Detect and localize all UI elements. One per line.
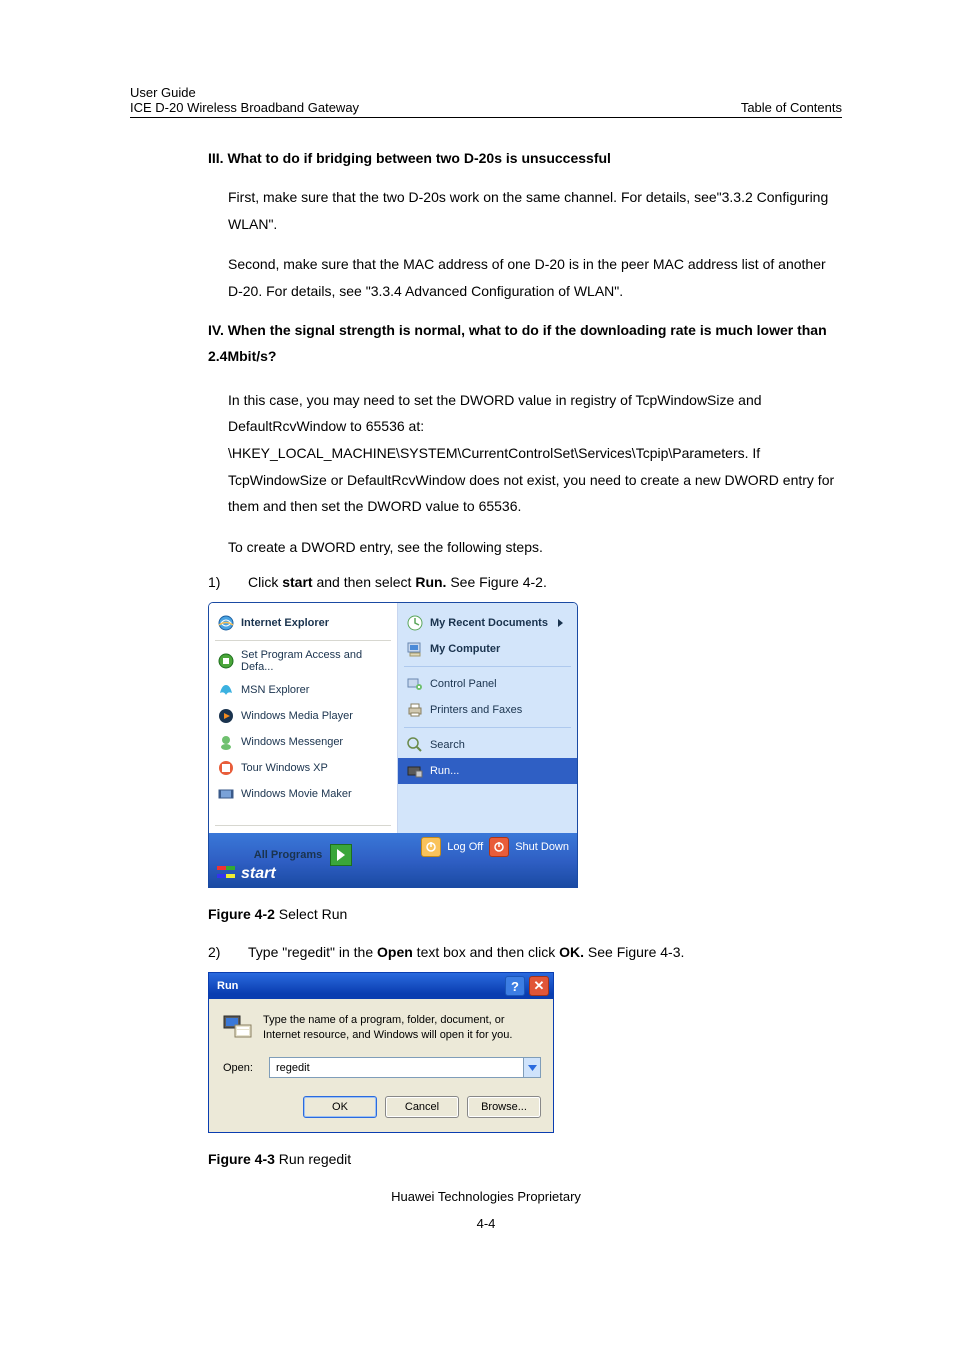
printers-icon (406, 701, 424, 719)
figure-4-2-caption: Figure 4-2 Select Run (208, 906, 842, 922)
menu-item-tour[interactable]: Tour Windows XP (209, 755, 397, 781)
menu-item-internet-explorer[interactable]: Internet Explorer (209, 610, 397, 636)
run-dialog-title: Run (217, 980, 501, 992)
step-1: 1) Click start and then select Run. See … (208, 574, 842, 590)
wmm-icon (217, 785, 235, 803)
footer-proprietary: Huawei Technologies Proprietary (130, 1189, 842, 1204)
open-label: Open: (223, 1062, 257, 1074)
section-4-para-1: In this case, you may need to set the DW… (228, 387, 842, 520)
figure-4-3-caption: Figure 4-3 Run regedit (208, 1151, 842, 1167)
all-programs-arrow-icon (330, 844, 352, 866)
step-2: 2) Type "regedit" in the Open text box a… (208, 944, 842, 960)
menu-item-printers[interactable]: Printers and Faxes (398, 697, 577, 723)
all-programs-label: All Programs (254, 849, 322, 861)
section-3-heading: III. What to do if bridging between two … (208, 150, 842, 166)
shutdown-icon[interactable] (489, 837, 509, 857)
menu-label-msn: MSN Explorer (241, 684, 309, 696)
menu-label-spad: Set Program Access and Defa... (241, 649, 389, 673)
menu-item-wmsg[interactable]: Windows Messenger (209, 729, 397, 755)
titlebar-close-button[interactable]: ✕ (529, 976, 549, 996)
menu-item-run[interactable]: Run... (398, 758, 577, 784)
logoff-label[interactable]: Log Off (447, 841, 483, 853)
menu-label-wmm: Windows Movie Maker (241, 788, 352, 800)
step-2-num: 2) (208, 944, 248, 960)
tour-icon (217, 759, 235, 777)
step-2-text: Type "regedit" in the Open text box and … (248, 944, 842, 960)
wmsg-icon (217, 733, 235, 751)
header-left-1: User Guide (130, 85, 196, 100)
combobox-dropdown-button[interactable] (523, 1058, 540, 1077)
control-panel-icon (406, 675, 424, 693)
step-1-num: 1) (208, 574, 248, 590)
menu-item-spad[interactable]: Set Program Access and Defa... (209, 645, 397, 677)
step-1-text: Click start and then select Run. See Fig… (248, 574, 842, 590)
header-rule (130, 117, 842, 118)
start-menu-right-column: My Recent Documents My Computer Control … (398, 603, 577, 833)
browse-button[interactable]: Browse... (467, 1096, 541, 1118)
titlebar-help-button[interactable]: ? (505, 976, 525, 996)
menu-label-cpanel: Control Panel (430, 678, 497, 690)
menu-item-search[interactable]: Search (398, 732, 577, 758)
run-dialog-titlebar: Run ? ✕ (209, 973, 553, 999)
header-right: Table of Contents (741, 100, 842, 115)
menu-item-my-computer[interactable]: My Computer (398, 636, 577, 662)
recent-docs-icon (406, 614, 424, 632)
menu-label-run: Run... (430, 765, 459, 777)
menu-label-printers: Printers and Faxes (430, 704, 522, 716)
start-menu-left-column: Internet Explorer Set Program Access and… (209, 603, 398, 833)
start-menu: Internet Explorer Set Program Access and… (208, 602, 578, 888)
menu-item-wmp[interactable]: Windows Media Player (209, 703, 397, 729)
windows-flag-icon (217, 866, 235, 882)
footer-page-number: 4-4 (130, 1216, 842, 1231)
section-4-heading: IV. When the signal strength is normal, … (208, 318, 842, 368)
menu-label-tour: Tour Windows XP (241, 762, 328, 774)
section-4-para-2: To create a DWORD entry, see the followi… (228, 534, 842, 561)
submenu-arrow-icon (558, 619, 563, 627)
menu-label-mycomp: My Computer (430, 643, 500, 655)
section-3-para-2: Second, make sure that the MAC address o… (228, 251, 842, 304)
page-header: User Guide ICE D-20 Wireless Broadband G… (130, 85, 842, 115)
msn-icon (217, 681, 235, 699)
run-dialog-icon (223, 1013, 253, 1039)
spad-icon (217, 652, 235, 670)
shutdown-label[interactable]: Shut Down (515, 841, 569, 853)
menu-item-wmm[interactable]: Windows Movie Maker (209, 781, 397, 807)
section-3-para-1: First, make sure that the two D-20s work… (228, 184, 842, 237)
logoff-icon[interactable] (421, 837, 441, 857)
figure-4-2: Internet Explorer Set Program Access and… (208, 602, 842, 888)
ok-button[interactable]: OK (303, 1096, 377, 1118)
start-label: start (241, 865, 276, 883)
ie-icon (217, 614, 235, 632)
run-icon (406, 762, 424, 780)
menu-item-msn[interactable]: MSN Explorer (209, 677, 397, 703)
wmp-icon (217, 707, 235, 725)
menu-label-ie: Internet Explorer (241, 617, 329, 629)
menu-label-wmp: Windows Media Player (241, 710, 353, 722)
figure-4-3: Run ? ✕ Type the name of a program, fold… (208, 972, 842, 1133)
open-input[interactable] (270, 1058, 523, 1077)
menu-label-wmsg: Windows Messenger (241, 736, 343, 748)
open-combobox[interactable] (269, 1057, 541, 1078)
my-computer-icon (406, 640, 424, 658)
menu-label-recent: My Recent Documents (430, 617, 548, 629)
run-dialog-description: Type the name of a program, folder, docu… (263, 1013, 541, 1043)
cancel-button[interactable]: Cancel (385, 1096, 459, 1118)
run-dialog: Run ? ✕ Type the name of a program, fold… (208, 972, 554, 1133)
search-icon (406, 736, 424, 754)
start-button[interactable]: start (217, 865, 276, 883)
header-left-2: ICE D-20 Wireless Broadband Gateway (130, 100, 359, 115)
menu-item-recent-docs[interactable]: My Recent Documents (398, 610, 577, 636)
menu-item-control-panel[interactable]: Control Panel (398, 671, 577, 697)
menu-label-search: Search (430, 739, 465, 751)
